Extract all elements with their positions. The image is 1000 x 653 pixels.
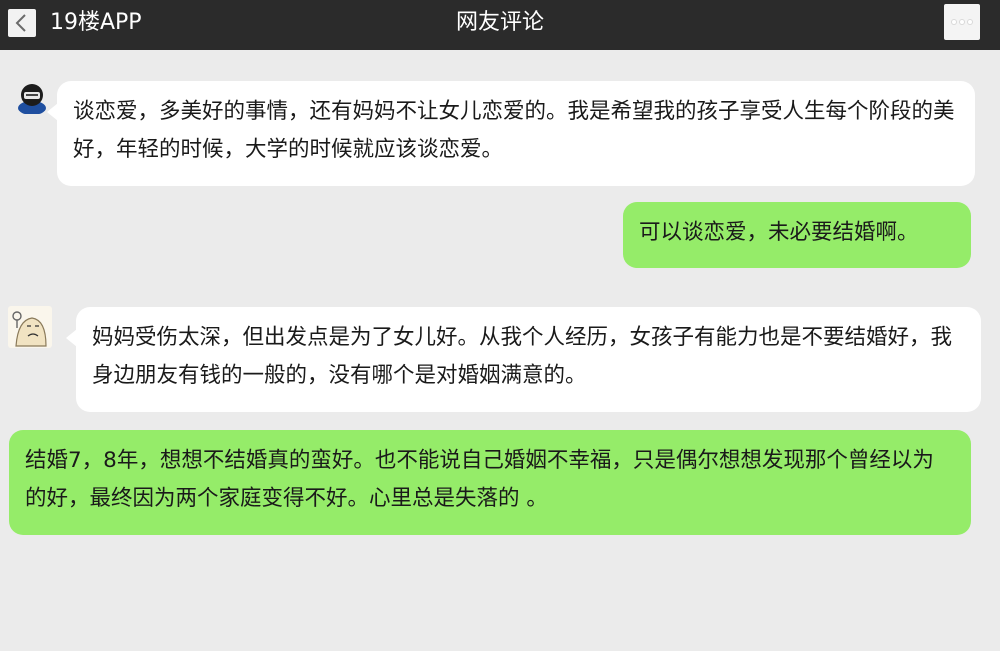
commenter-avatar[interactable] bbox=[8, 306, 52, 348]
comment-bubble: 谈恋爱，多美好的事情，还有妈妈不让女儿恋爱的。我是希望我的孩子享受人生每个阶段的… bbox=[47, 81, 975, 186]
comment-bubble: 妈妈受伤太深，但出发点是为了女儿好。从我个人经历，女孩子有能力也是不要结婚好，我… bbox=[66, 307, 981, 412]
comment-bubble: 可以谈恋爱，未必要结婚啊。 bbox=[623, 202, 971, 268]
more-dot-icon bbox=[952, 20, 956, 24]
more-dot-icon bbox=[960, 20, 964, 24]
top-bar: 19楼APP 网友评论 bbox=[0, 0, 1000, 50]
commenter-avatar[interactable] bbox=[14, 78, 50, 114]
page-title: 网友评论 bbox=[455, 10, 544, 35]
hooded-avatar-icon bbox=[14, 78, 50, 114]
more-button[interactable] bbox=[944, 4, 980, 40]
comment-bubble: 结婚7，8年，想想不结婚真的蛮好。也不能说自己婚姻不幸福，只是偶尔想想发现那个曾… bbox=[9, 430, 971, 535]
sketch-avatar-icon bbox=[8, 306, 52, 348]
more-dot-icon bbox=[968, 20, 972, 24]
